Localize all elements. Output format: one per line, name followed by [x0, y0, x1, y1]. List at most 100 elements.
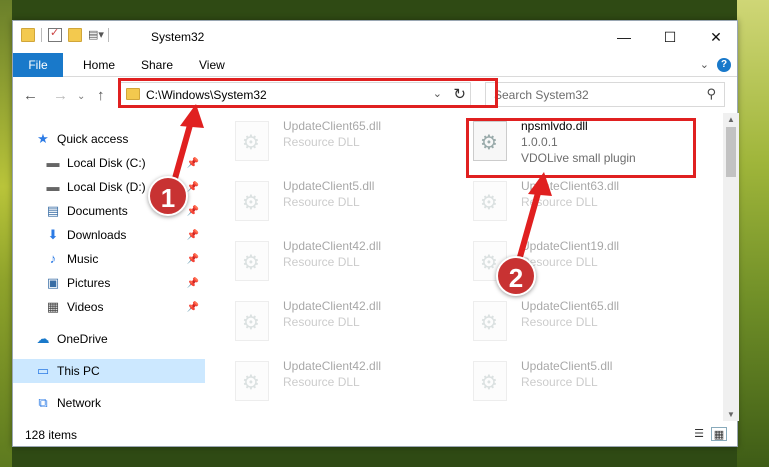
file-name: UpdateClient5.dll: [283, 179, 375, 193]
file-type: Resource DLL: [283, 375, 360, 389]
file-name: UpdateClient42.dll: [283, 359, 382, 373]
file-type: Resource DLL: [283, 255, 360, 269]
file-type: Resource DLL: [283, 195, 360, 209]
cloud-icon: ☁: [36, 331, 50, 346]
back-button[interactable]: ←: [23, 87, 38, 104]
maximize-button[interactable]: ☐: [647, 21, 693, 53]
drive-icon: ▬: [46, 155, 60, 170]
pin-icon[interactable]: 📌: [187, 254, 199, 265]
sidebar-item-quick-access[interactable]: ★ Quick access: [13, 127, 205, 151]
pin-icon[interactable]: 📌: [187, 158, 199, 169]
up-button[interactable]: ↑: [97, 87, 105, 104]
sidebar-item-onedrive[interactable]: ☁ OneDrive: [13, 327, 205, 351]
pin-icon[interactable]: 📌: [187, 206, 199, 217]
file-item[interactable]: UpdateClient42.dll Resource DLL: [235, 297, 460, 347]
vertical-scrollbar[interactable]: ▲ ▼: [723, 113, 739, 421]
network-icon: ⧉: [38, 395, 48, 410]
file-type: Resource DLL: [521, 375, 598, 389]
dll-file-icon: [473, 361, 507, 401]
pin-icon[interactable]: 📌: [187, 278, 199, 289]
file-item[interactable]: UpdateClient5.dll Resource DLL: [235, 177, 460, 227]
file-item[interactable]: UpdateClient65.dll Resource DLL: [473, 297, 698, 347]
desktop-wallpaper-left: [0, 0, 12, 467]
sidebar-item-label: Network: [57, 396, 102, 410]
file-type: Resource DLL: [283, 135, 360, 149]
scroll-down-icon[interactable]: ▼: [727, 410, 735, 419]
desktop-wallpaper-right: [737, 0, 769, 467]
scroll-thumb[interactable]: [726, 127, 736, 177]
details-view-icon[interactable]: ☰: [691, 427, 707, 441]
customize-toolbar-icon[interactable]: ▤▾: [88, 28, 104, 42]
address-highlight-box: [118, 78, 498, 108]
dll-file-icon: [235, 361, 269, 401]
tiles-view-icon[interactable]: ▦: [711, 427, 727, 441]
sidebar-item-label: OneDrive: [57, 332, 108, 346]
ribbon-tabs: File Home Share View ⌄ ?: [13, 53, 737, 77]
sidebar-item-this-pc[interactable]: ▭ This PC: [13, 359, 205, 383]
new-folder-icon[interactable]: [68, 28, 82, 42]
step-2-badge: 2: [496, 256, 536, 296]
recent-locations-icon[interactable]: ⌄: [77, 91, 85, 102]
sidebar-item-label: Local Disk (C:): [67, 156, 146, 170]
title-bar: ▤▾ System32 — ☐ ✕: [13, 21, 737, 53]
dll-file-icon: [235, 181, 269, 221]
file-name: UpdateClient19.dll: [521, 239, 620, 253]
pin-icon[interactable]: 📌: [187, 182, 199, 193]
close-button[interactable]: ✕: [693, 21, 739, 53]
dll-file-icon: [473, 181, 507, 221]
sidebar-item-label: Music: [67, 252, 99, 266]
tab-home[interactable]: Home: [83, 53, 115, 77]
file-item[interactable]: UpdateClient65.dll Resource DLL: [235, 117, 460, 167]
file-name: UpdateClient42.dll: [283, 239, 382, 253]
help-icon[interactable]: ?: [717, 58, 731, 72]
sidebar-item-music[interactable]: ♪ Music 📌: [13, 247, 205, 271]
file-item[interactable]: UpdateClient42.dll Resource DLL: [235, 357, 460, 407]
forward-button[interactable]: →: [53, 87, 68, 104]
sidebar-item-downloads[interactable]: ⬇ Downloads 📌: [13, 223, 205, 247]
step-1-badge: 1: [148, 176, 188, 216]
scroll-up-icon[interactable]: ▲: [727, 115, 735, 124]
pictures-icon: ▣: [46, 275, 60, 290]
navigation-pane: ★ Quick access ▬ Local Disk (C:) 📌 ▬ Local Dis…: [13, 113, 205, 421]
quick-access-toolbar: ▤▾: [21, 26, 109, 42]
file-name: UpdateClient42.dll: [283, 299, 382, 313]
sidebar-item-local-disk-c[interactable]: ▬ Local Disk (C:) 📌: [13, 151, 205, 175]
divider: [41, 28, 42, 42]
music-icon: ♪: [49, 251, 57, 266]
properties-icon[interactable]: [48, 26, 62, 42]
dll-file-icon: [473, 301, 507, 341]
search-placeholder: Search System32: [494, 88, 589, 102]
sidebar-item-label: Quick access: [57, 132, 129, 146]
file-item[interactable]: UpdateClient42.dll Resource DLL: [235, 237, 460, 287]
file-name: UpdateClient63.dll: [521, 179, 620, 193]
file-item[interactable]: UpdateClient63.dll Resource DLL: [473, 177, 698, 227]
sidebar-item-network[interactable]: ⧉ Network: [13, 391, 205, 415]
search-icon[interactable]: ⚲: [706, 86, 716, 102]
divider: [108, 28, 109, 42]
tab-file[interactable]: File: [13, 53, 63, 77]
sidebar-item-videos[interactable]: ▦ Videos 📌: [13, 295, 205, 319]
pin-icon[interactable]: 📌: [187, 302, 199, 313]
file-type: Resource DLL: [521, 195, 598, 209]
pin-icon[interactable]: 📌: [187, 230, 199, 241]
dll-file-icon: [235, 241, 269, 281]
window-title: System32: [151, 30, 205, 44]
file-highlight-box: [466, 118, 696, 178]
dll-file-icon: [235, 301, 269, 341]
computer-icon: ▭: [36, 363, 50, 378]
downloads-icon: ⬇: [47, 227, 59, 242]
sidebar-item-pictures[interactable]: ▣ Pictures 📌: [13, 271, 205, 295]
tab-view[interactable]: View: [199, 53, 225, 77]
expand-ribbon-icon[interactable]: ⌄: [700, 58, 709, 71]
file-item[interactable]: UpdateClient5.dll Resource DLL: [473, 357, 698, 407]
drive-icon: ▬: [46, 179, 60, 194]
dll-file-icon: [235, 121, 269, 161]
sidebar-item-label: Documents: [67, 204, 128, 218]
file-type: Resource DLL: [283, 315, 360, 329]
minimize-button[interactable]: —: [601, 21, 647, 53]
tab-share[interactable]: Share: [141, 53, 173, 77]
sidebar-item-label: Local Disk (D:): [67, 180, 146, 194]
status-bar: 128 items ☰ ▦: [13, 421, 737, 447]
search-input[interactable]: Search System32 ⚲: [485, 82, 725, 107]
file-name: UpdateClient5.dll: [521, 359, 613, 373]
